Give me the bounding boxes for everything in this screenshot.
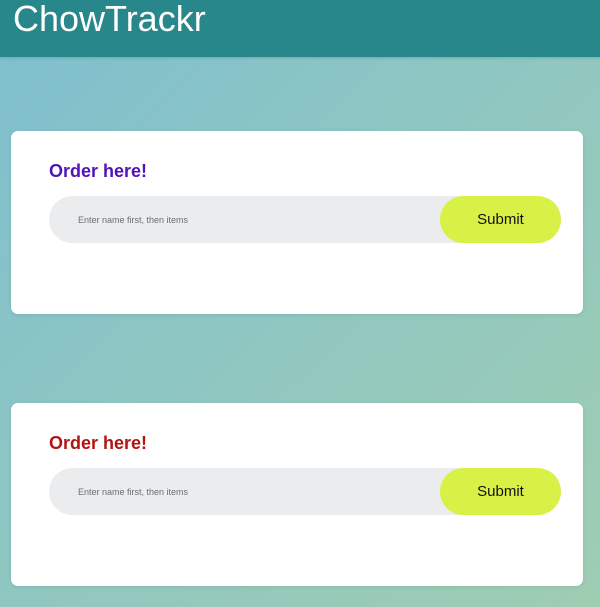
order-input-1[interactable] bbox=[49, 196, 439, 243]
order-form-1: Submit bbox=[49, 196, 561, 243]
app-header: ChowTrackr bbox=[0, 0, 600, 57]
order-form-2: Submit bbox=[49, 468, 561, 515]
order-card-2: Order here! Submit bbox=[11, 403, 583, 586]
order-card-1: Order here! Submit bbox=[11, 131, 583, 314]
order-heading-2: Order here! bbox=[49, 433, 148, 453]
app-title: ChowTrackr bbox=[13, 0, 206, 39]
order-heading-1: Order here! bbox=[49, 161, 148, 181]
order-input-2[interactable] bbox=[49, 468, 439, 515]
submit-button-2[interactable]: Submit bbox=[440, 468, 561, 515]
submit-button-1[interactable]: Submit bbox=[440, 196, 561, 243]
